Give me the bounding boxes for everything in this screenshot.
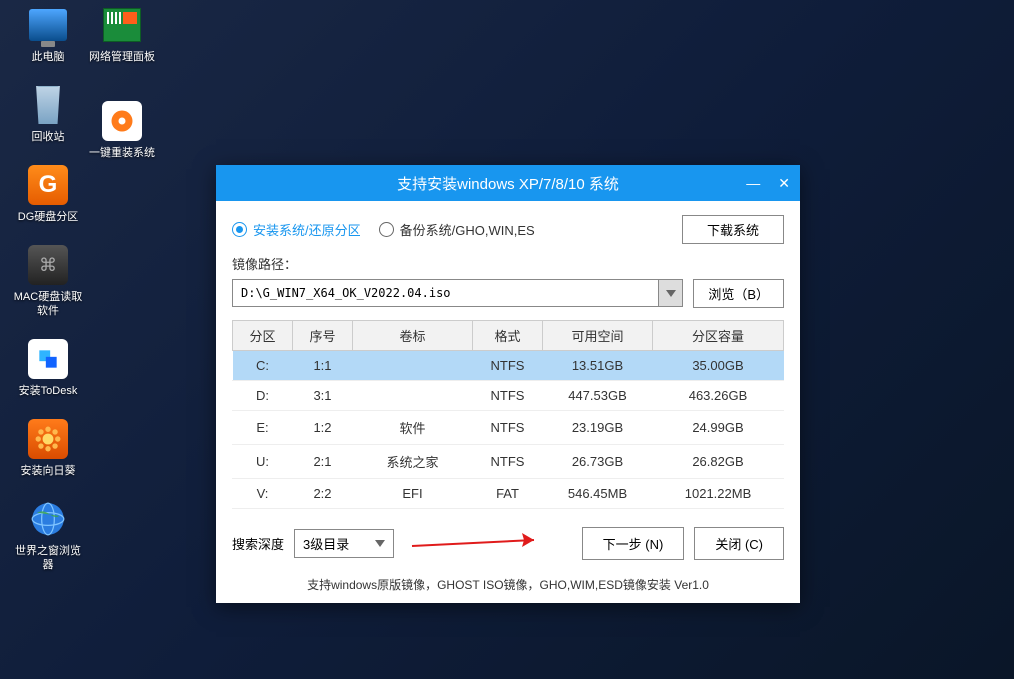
partition-table: 分区 序号 卷标 格式 可用空间 分区容量 C:1:1NTFS13.51GB35… bbox=[232, 320, 784, 509]
icon-label: 回收站 bbox=[32, 130, 65, 144]
desktop-icon-browser[interactable]: 世界之窗浏览器 bbox=[12, 498, 84, 572]
titlebar[interactable]: 支持安装windows XP/7/8/10 系统 — ✕ bbox=[216, 165, 800, 201]
cell-part: D: bbox=[233, 381, 293, 411]
mac-disk-icon: ⌘ bbox=[28, 245, 68, 285]
cell-vol bbox=[353, 381, 473, 411]
cell-part: C: bbox=[233, 351, 293, 381]
icon-label: 世界之窗浏览器 bbox=[12, 544, 84, 572]
sunflower-icon bbox=[28, 419, 68, 459]
disk-partition-icon: G bbox=[28, 165, 68, 205]
radio-backup[interactable]: 备份系统/GHO,WIN,ES bbox=[379, 220, 535, 239]
cell-seq: 1:2 bbox=[293, 411, 353, 445]
cell-cap: 1021.22MB bbox=[653, 479, 784, 509]
dialog-title: 支持安装windows XP/7/8/10 系统 bbox=[397, 173, 619, 194]
desktop-icon-mac[interactable]: ⌘ MAC硬盘读取软件 bbox=[12, 244, 84, 318]
cell-free: 26.73GB bbox=[543, 445, 653, 479]
cell-free: 447.53GB bbox=[543, 381, 653, 411]
cell-part: U: bbox=[233, 445, 293, 479]
table-row[interactable]: D:3:1 NTFS447.53GB463.26GB bbox=[233, 381, 784, 411]
footer-text: 支持windows原版镜像，GHOST ISO镜像，GHO,WIM,ESD镜像安… bbox=[232, 576, 784, 593]
desktop-icon-todesk[interactable]: 安装ToDesk bbox=[12, 338, 84, 398]
cell-part: V: bbox=[233, 479, 293, 509]
cell-vol: 系统之家 bbox=[353, 445, 473, 479]
depth-value: 3级目录 bbox=[303, 534, 349, 553]
desktop-icon-dg[interactable]: G DG硬盘分区 bbox=[12, 164, 84, 224]
th-free: 可用空间 bbox=[543, 321, 653, 351]
cell-part: E: bbox=[233, 411, 293, 445]
computer-icon bbox=[29, 9, 67, 41]
gear-icon bbox=[102, 101, 142, 141]
globe-icon bbox=[28, 499, 68, 539]
desktop: 此电脑 网络管理面板 回收站 一键重装系统 G DG硬盘分区 ⌘ MAC硬盘读取… bbox=[0, 0, 1014, 679]
cell-vol: 软件 bbox=[353, 411, 473, 445]
th-seq: 序号 bbox=[293, 321, 353, 351]
icon-label: MAC硬盘读取软件 bbox=[12, 290, 84, 318]
cell-cap: 35.00GB bbox=[653, 351, 784, 381]
desktop-icon-reinstall[interactable]: 一键重装系统 bbox=[86, 100, 158, 160]
th-capacity: 分区容量 bbox=[653, 321, 784, 351]
cell-cap: 463.26GB bbox=[653, 381, 784, 411]
cell-cap: 24.99GB bbox=[653, 411, 784, 445]
dropdown-icon[interactable] bbox=[658, 280, 682, 306]
cell-fmt: NTFS bbox=[473, 411, 543, 445]
browse-button[interactable]: 浏览（B） bbox=[693, 279, 784, 308]
th-partition: 分区 bbox=[233, 321, 293, 351]
radio-label: 安装系统/还原分区 bbox=[253, 220, 361, 239]
icon-label: 一键重装系统 bbox=[89, 146, 155, 160]
install-dialog: 支持安装windows XP/7/8/10 系统 — ✕ 安装系统/还原分区 备… bbox=[216, 165, 800, 603]
cell-seq: 2:2 bbox=[293, 479, 353, 509]
cell-free: 546.45MB bbox=[543, 479, 653, 509]
cell-free: 23.19GB bbox=[543, 411, 653, 445]
icon-label: DG硬盘分区 bbox=[18, 210, 79, 224]
minimize-button[interactable]: — bbox=[746, 175, 760, 191]
radio-icon bbox=[232, 222, 247, 237]
cell-free: 13.51GB bbox=[543, 351, 653, 381]
table-row[interactable]: E:1:2软件NTFS23.19GB24.99GB bbox=[233, 411, 784, 445]
cell-seq: 3:1 bbox=[293, 381, 353, 411]
cell-vol: EFI bbox=[353, 479, 473, 509]
cell-fmt: NTFS bbox=[473, 351, 543, 381]
icon-label: 网络管理面板 bbox=[89, 50, 155, 64]
next-button[interactable]: 下一步 (N) bbox=[582, 527, 685, 560]
table-row[interactable]: C:1:1 NTFS13.51GB35.00GB bbox=[233, 351, 784, 381]
desktop-icon-sunflower[interactable]: 安装向日葵 bbox=[12, 418, 84, 478]
cell-seq: 1:1 bbox=[293, 351, 353, 381]
network-panel-icon bbox=[103, 8, 141, 42]
cell-fmt: NTFS bbox=[473, 445, 543, 479]
table-header-row: 分区 序号 卷标 格式 可用空间 分区容量 bbox=[233, 321, 784, 351]
radio-install-restore[interactable]: 安装系统/还原分区 bbox=[232, 220, 361, 239]
icon-label: 安装向日葵 bbox=[21, 464, 76, 478]
desktop-icon-this-pc[interactable]: 此电脑 bbox=[12, 4, 84, 64]
download-system-button[interactable]: 下载系统 bbox=[682, 215, 784, 244]
cell-fmt: NTFS bbox=[473, 381, 543, 411]
image-path-label: 镜像路径： bbox=[232, 254, 784, 273]
recycle-bin-icon bbox=[31, 86, 65, 124]
close-dialog-button[interactable]: 关闭 (C) bbox=[694, 527, 784, 560]
cell-vol bbox=[353, 351, 473, 381]
desktop-icon-net-panel[interactable]: 网络管理面板 bbox=[86, 4, 158, 64]
icon-label: 安装ToDesk bbox=[19, 384, 78, 398]
radio-icon bbox=[379, 222, 394, 237]
cell-seq: 2:1 bbox=[293, 445, 353, 479]
search-depth-label: 搜索深度 bbox=[232, 534, 284, 553]
chevron-down-icon bbox=[375, 540, 385, 547]
todesk-icon bbox=[28, 339, 68, 379]
desktop-icon-recycle[interactable]: 回收站 bbox=[12, 84, 84, 144]
path-value: D:\G_WIN7_X64_OK_V2022.04.iso bbox=[241, 286, 451, 300]
close-button[interactable]: ✕ bbox=[778, 175, 790, 192]
table-row[interactable]: V:2:2EFIFAT546.45MB1021.22MB bbox=[233, 479, 784, 509]
radio-label: 备份系统/GHO,WIN,ES bbox=[400, 220, 535, 239]
icon-label: 此电脑 bbox=[32, 50, 65, 64]
arrow-annotation bbox=[404, 534, 572, 554]
table-row[interactable]: U:2:1系统之家NTFS26.73GB26.82GB bbox=[233, 445, 784, 479]
search-depth-select[interactable]: 3级目录 bbox=[294, 529, 394, 558]
th-format: 格式 bbox=[473, 321, 543, 351]
cell-fmt: FAT bbox=[473, 479, 543, 509]
image-path-input[interactable]: D:\G_WIN7_X64_OK_V2022.04.iso bbox=[232, 279, 683, 307]
cell-cap: 26.82GB bbox=[653, 445, 784, 479]
th-volume: 卷标 bbox=[353, 321, 473, 351]
